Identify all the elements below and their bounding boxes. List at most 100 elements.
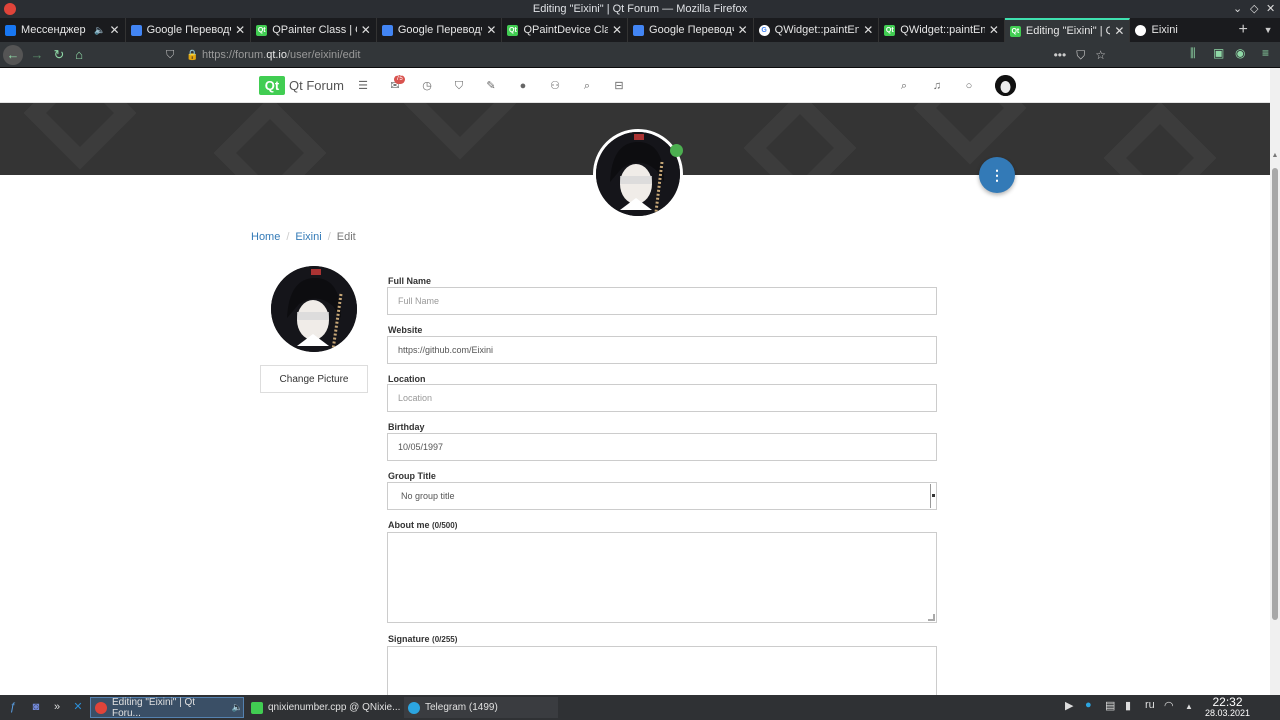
- url-bar[interactable]: ⛉ 🔒 https://forum. qt.io/user/eixini/edit…: [166, 45, 1106, 65]
- chat-icon[interactable]: ○: [962, 79, 976, 93]
- user-avatar[interactable]: [995, 75, 1016, 96]
- forward-arrow-icon[interactable]: →: [27, 45, 47, 65]
- birthday-input[interactable]: 10/05/1997: [387, 433, 937, 461]
- account-icon[interactable]: ◉: [1235, 46, 1245, 60]
- close-tab-icon[interactable]: ✕: [989, 23, 999, 37]
- tab-label: QWidget::paintEn: [900, 24, 985, 36]
- media-play-icon[interactable]: ▶: [1065, 699, 1073, 712]
- group-title-value: No group title: [401, 491, 455, 501]
- about-me-label-text: About me: [388, 520, 430, 530]
- change-picture-button[interactable]: Change Picture: [260, 365, 368, 393]
- url-actions: ••• ⛉ ☆: [1054, 48, 1106, 63]
- close-tab-icon[interactable]: ✕: [1114, 24, 1124, 38]
- profile-options-button[interactable]: ⋮: [979, 157, 1015, 193]
- close-tab-icon[interactable]: ✕: [110, 23, 120, 37]
- home-icon[interactable]: ⌂: [69, 45, 89, 65]
- qt-logo[interactable]: Qt: [259, 76, 285, 95]
- scroll-up-icon[interactable]: ▲: [1271, 152, 1279, 159]
- notification-count-badge: 75: [394, 75, 405, 84]
- taskbar-qtcreator[interactable]: qnixienumber.cpp @ QNixie...: [247, 697, 401, 718]
- tab-github-eixini[interactable]: Eixini: [1130, 18, 1230, 42]
- close-tab-icon[interactable]: ✕: [612, 23, 622, 37]
- wifi-icon[interactable]: ◠: [1164, 699, 1174, 712]
- taskbar-firefox[interactable]: Editing "Eixini" | Qt Foru... 🔈: [90, 697, 244, 719]
- about-me-textarea[interactable]: [387, 532, 937, 623]
- google-translate-icon: [633, 24, 645, 36]
- close-window-icon[interactable]: ✕: [1266, 0, 1275, 18]
- pocket-icon[interactable]: ⛉: [1076, 48, 1085, 63]
- tab-google-translate[interactable]: Google Переводч ✕: [126, 18, 252, 42]
- website-input[interactable]: https://github.com/Eixini: [387, 336, 937, 364]
- battery-icon[interactable]: ▮: [1125, 699, 1131, 712]
- forum-name[interactable]: Qt Forum: [289, 78, 344, 93]
- minimize-icon[interactable]: ⌄: [1233, 0, 1242, 18]
- tab-strip: Мессенджер 🔈 ✕ Google Переводч ✕ Qt QPai…: [0, 18, 1280, 42]
- discord-icon[interactable]: ◙: [28, 699, 44, 715]
- vscode-icon[interactable]: ✕: [70, 699, 86, 715]
- users-icon[interactable]: ●: [516, 79, 530, 93]
- search-nav-icon[interactable]: ⌕: [580, 79, 594, 93]
- app-launcher-icon[interactable]: ƒ: [5, 699, 21, 715]
- menu-icon[interactable]: ≡: [1262, 46, 1269, 60]
- qt-icon: Qt: [256, 24, 268, 36]
- cover-pattern: [23, 103, 137, 170]
- tags-icon[interactable]: ⛉: [452, 79, 466, 93]
- terminal-icon[interactable]: »: [49, 699, 65, 715]
- close-tab-icon[interactable]: ✕: [738, 23, 748, 37]
- new-tab-button[interactable]: +: [1230, 18, 1256, 42]
- shield-icon[interactable]: ⛉: [166, 49, 180, 62]
- url-path: /user/eixini/edit: [287, 49, 361, 61]
- full-name-input[interactable]: Full Name: [387, 287, 937, 315]
- popular-fire-icon[interactable]: ✎: [484, 79, 498, 93]
- speaker-icon[interactable]: 🔈: [94, 25, 105, 36]
- tab-qpaintdevice[interactable]: Qt QPaintDevice Clas ✕: [502, 18, 629, 42]
- tab-google-translate[interactable]: Google Переводч ✕: [628, 18, 754, 42]
- tab-qwidget-qt[interactable]: Qt QWidget::paintEn ✕: [879, 18, 1005, 42]
- qt-icon: Qt: [1009, 25, 1021, 37]
- search-icon[interactable]: ⌕: [897, 79, 911, 93]
- full-name-label: Full Name: [388, 276, 432, 286]
- scrollbar-thumb[interactable]: [1272, 168, 1278, 620]
- cover-avatar[interactable]: [593, 129, 683, 219]
- close-tab-icon[interactable]: ✕: [361, 23, 371, 37]
- tab-qpainter[interactable]: Qt QPainter Class | Qt ✕: [251, 18, 377, 42]
- keyboard-layout[interactable]: ru: [1145, 699, 1155, 711]
- tab-qwidget-google[interactable]: G QWidget::paintEng ✕: [754, 18, 880, 42]
- bell-icon[interactable]: ♫: [930, 79, 944, 93]
- google-translate-icon: [130, 24, 142, 36]
- url-prefix: https://forum.: [202, 49, 267, 61]
- close-tab-icon[interactable]: ✕: [486, 23, 496, 37]
- back-arrow-icon[interactable]: ←: [3, 45, 23, 65]
- resize-handle-icon[interactable]: [928, 614, 935, 621]
- tab-messenger[interactable]: Мессенджер 🔈 ✕: [0, 18, 126, 42]
- maximize-icon[interactable]: ◇: [1250, 0, 1258, 18]
- library-icon[interactable]: ⫼: [1190, 46, 1196, 61]
- reload-icon[interactable]: ↻: [49, 45, 69, 65]
- shop-basket-icon[interactable]: ⊟: [612, 79, 626, 93]
- recent-clock-icon[interactable]: ◷: [420, 79, 434, 93]
- categories-icon[interactable]: ☰: [356, 79, 370, 93]
- list-all-tabs-icon[interactable]: ▼: [1256, 18, 1280, 42]
- tab-editing-eixini[interactable]: Qt Editing "Eixini" | Qt ✕: [1004, 18, 1131, 42]
- select-arrow-icon[interactable]: [930, 484, 936, 508]
- clipboard-icon[interactable]: ▤: [1105, 699, 1115, 712]
- close-tab-icon[interactable]: ✕: [863, 23, 873, 37]
- tray-expand-icon[interactable]: ▲: [1185, 702, 1193, 711]
- profile-picture: [271, 266, 357, 352]
- clock[interactable]: 22:32 28.03.2021: [1200, 696, 1255, 719]
- breadcrumb-user[interactable]: Eixini: [295, 231, 321, 243]
- lock-icon[interactable]: 🔒: [186, 50, 198, 61]
- telegram-tray-icon[interactable]: ●: [1085, 699, 1092, 711]
- groups-icon[interactable]: ⚇: [548, 79, 562, 93]
- breadcrumb-home[interactable]: Home: [251, 231, 280, 243]
- tab-label: Eixini: [1151, 24, 1178, 36]
- close-tab-icon[interactable]: ✕: [235, 23, 245, 37]
- tab-google-translate[interactable]: Google Переводч ✕: [377, 18, 503, 42]
- bookmark-star-icon[interactable]: ☆: [1095, 48, 1106, 63]
- location-input[interactable]: Location: [387, 384, 937, 412]
- sidebar-icon[interactable]: ▣: [1213, 46, 1224, 60]
- group-title-select[interactable]: No group title: [387, 482, 937, 510]
- signature-textarea[interactable]: [387, 646, 937, 695]
- page-actions-icon[interactable]: •••: [1054, 48, 1067, 63]
- taskbar-telegram[interactable]: Telegram (1499): [404, 697, 558, 718]
